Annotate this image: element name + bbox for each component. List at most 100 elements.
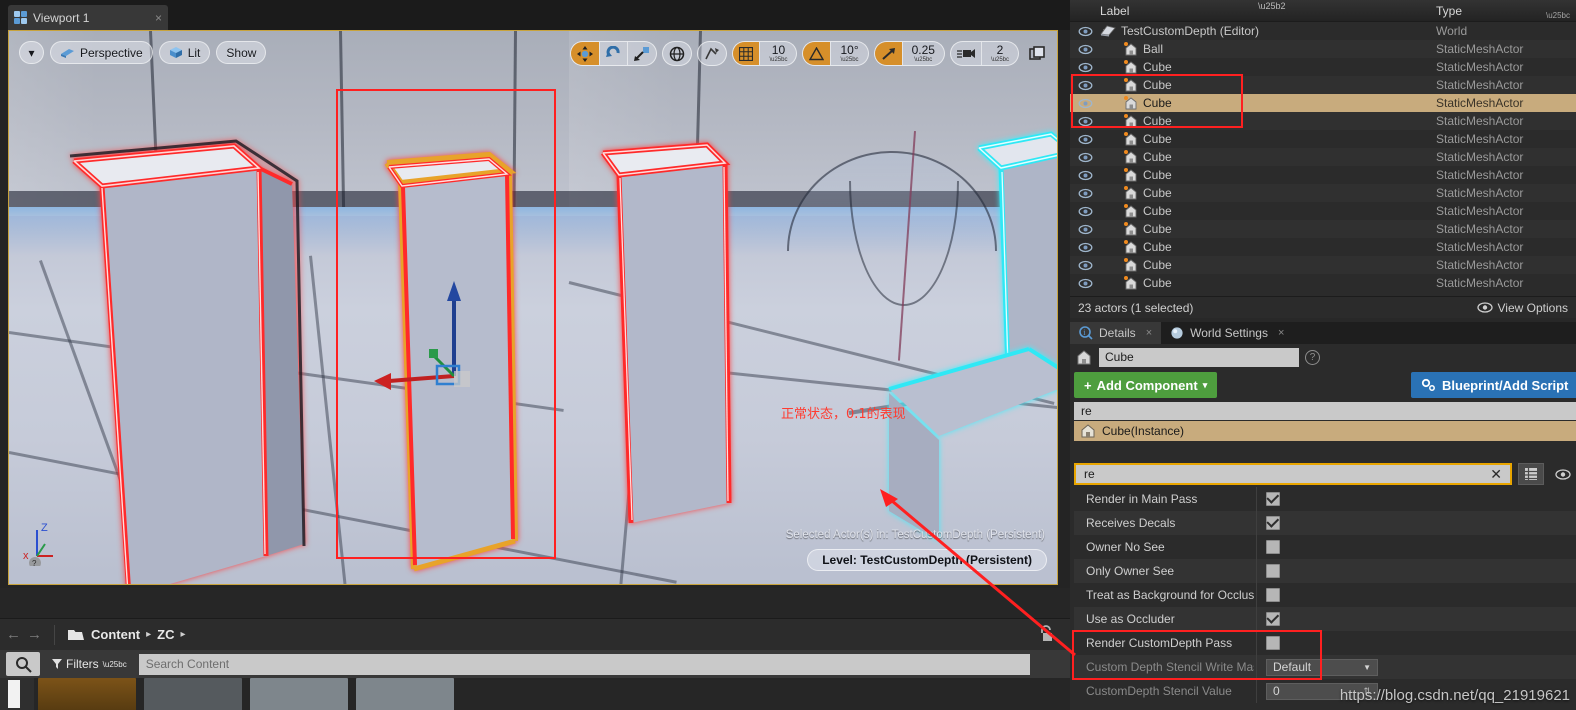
- camera-mode-button[interactable]: Perspective: [50, 41, 153, 64]
- filters-button[interactable]: Filters \u25bc: [48, 653, 131, 675]
- property-row[interactable]: Owner No See: [1074, 535, 1576, 559]
- translate-mode-button[interactable]: [571, 42, 600, 65]
- visibility-eye-icon[interactable]: [1078, 78, 1094, 92]
- property-control[interactable]: [1266, 636, 1280, 650]
- maximize-viewport-button[interactable]: [1024, 42, 1049, 65]
- visibility-eye-icon[interactable]: [1078, 150, 1094, 164]
- visibility-eye-icon[interactable]: [1078, 114, 1094, 128]
- visibility-eye-icon[interactable]: [1078, 42, 1094, 56]
- visibility-eye-icon[interactable]: [1078, 222, 1094, 236]
- close-icon[interactable]: ×: [155, 12, 162, 24]
- outliner-row[interactable]: Cube StaticMeshActor: [1070, 238, 1576, 256]
- outliner-column-label[interactable]: Label: [1100, 4, 1129, 18]
- close-icon[interactable]: ×: [1146, 327, 1152, 339]
- visibility-eye-icon[interactable]: [1078, 240, 1094, 254]
- surface-snapping-button[interactable]: [698, 42, 726, 65]
- dropdown-select[interactable]: Default ▼: [1266, 658, 1378, 676]
- outliner-row[interactable]: Cube StaticMeshActor: [1070, 274, 1576, 292]
- property-row[interactable]: Receives Decals: [1074, 511, 1576, 535]
- outliner-row[interactable]: ▼TestCustomDepth (Editor)World: [1070, 22, 1576, 40]
- visibility-eye-icon[interactable]: [1078, 96, 1094, 110]
- property-control[interactable]: [1266, 564, 1280, 578]
- tab-viewport-1[interactable]: Viewport 1 ×: [8, 5, 168, 30]
- visibility-eye-icon[interactable]: [1078, 168, 1094, 182]
- visibility-eye-icon[interactable]: [1078, 276, 1094, 290]
- property-list[interactable]: Render in Main Pass Receives Decals Owner …: [1074, 487, 1576, 710]
- scale-mode-button[interactable]: [628, 42, 656, 65]
- property-row[interactable]: Treat as Background for Occlusi: [1074, 583, 1576, 607]
- grid-snap-toggle[interactable]: [733, 42, 760, 65]
- visibility-eye-icon[interactable]: [1078, 258, 1094, 272]
- checkbox[interactable]: [1266, 612, 1280, 626]
- camera-speed-button[interactable]: [951, 42, 981, 65]
- scale-snap-toggle[interactable]: [874, 42, 902, 65]
- transform-gizmo[interactable]: [374, 271, 529, 401]
- view-options-button[interactable]: View Options: [1476, 301, 1568, 315]
- outliner-row[interactable]: Cube StaticMeshActor: [1070, 94, 1576, 112]
- visibility-eye-icon[interactable]: [1078, 186, 1094, 200]
- outliner-row[interactable]: Cube StaticMeshActor: [1070, 58, 1576, 76]
- world-coordinates-button[interactable]: [663, 42, 691, 65]
- outliner-column-type[interactable]: Type: [1436, 4, 1462, 18]
- property-control[interactable]: [1266, 540, 1280, 554]
- add-component-button[interactable]: + Add Component ▾: [1074, 372, 1218, 398]
- column-options-icon[interactable]: \u25bc: [1546, 11, 1570, 20]
- asset-thumbnail[interactable]: [144, 678, 242, 710]
- checkbox[interactable]: [1266, 636, 1280, 650]
- component-search-field[interactable]: re: [1074, 402, 1576, 420]
- property-control[interactable]: [1266, 492, 1280, 506]
- forward-arrow-icon[interactable]: →: [27, 626, 42, 643]
- property-control[interactable]: Default ▼: [1266, 658, 1378, 676]
- component-row-cube-instance[interactable]: Cube(Instance): [1074, 421, 1576, 441]
- property-row[interactable]: Render CustomDepth Pass: [1074, 631, 1576, 655]
- property-control[interactable]: [1266, 588, 1280, 602]
- rotation-snap-value[interactable]: 10° \u25bc: [831, 42, 867, 65]
- breadcrumb-zc[interactable]: ZC: [157, 627, 174, 642]
- outliner-row[interactable]: Cube StaticMeshActor: [1070, 184, 1576, 202]
- actor-name-input[interactable]: [1099, 347, 1299, 367]
- visibility-eye-icon[interactable]: [1078, 24, 1094, 38]
- checkbox[interactable]: [1266, 492, 1280, 506]
- checkbox[interactable]: [1266, 588, 1280, 602]
- outliner-row[interactable]: Cube StaticMeshActor: [1070, 148, 1576, 166]
- visibility-eye-icon[interactable]: [1078, 132, 1094, 146]
- rotate-mode-button[interactable]: [600, 42, 627, 65]
- help-icon[interactable]: ?: [1305, 349, 1320, 365]
- outliner-row[interactable]: Cube StaticMeshActor: [1070, 220, 1576, 238]
- property-row[interactable]: Only Owner See: [1074, 559, 1576, 583]
- clear-search-icon[interactable]: ✕: [1490, 466, 1502, 483]
- property-row[interactable]: Use as Occluder: [1074, 607, 1576, 631]
- tab-details[interactable]: i Details ×: [1070, 322, 1162, 344]
- property-control[interactable]: [1266, 516, 1280, 530]
- outliner-row[interactable]: Cube StaticMeshActor: [1070, 166, 1576, 184]
- visibility-eye-icon[interactable]: [1078, 60, 1094, 74]
- checkbox[interactable]: [1266, 564, 1280, 578]
- outliner-row[interactable]: Cube StaticMeshActor: [1070, 256, 1576, 274]
- outliner-row[interactable]: Cube StaticMeshActor: [1070, 202, 1576, 220]
- rotation-snap-toggle[interactable]: [803, 42, 831, 65]
- visibility-options-button[interactable]: [1550, 463, 1576, 485]
- property-control[interactable]: [1266, 612, 1280, 626]
- asset-thumbnail[interactable]: [356, 678, 454, 710]
- outliner-row[interactable]: Cube StaticMeshActor: [1070, 130, 1576, 148]
- outliner-row[interactable]: Ball StaticMeshActor: [1070, 40, 1576, 58]
- camera-speed-value[interactable]: 2 \u25bc: [982, 42, 1018, 65]
- checkbox[interactable]: [1266, 540, 1280, 554]
- visibility-eye-icon[interactable]: [1078, 204, 1094, 218]
- content-search-icon-button[interactable]: [6, 652, 40, 676]
- blueprint-add-script-button[interactable]: Blueprint/Add Script: [1411, 372, 1576, 398]
- asset-thumbnail[interactable]: [38, 678, 136, 710]
- outliner-row[interactable]: Cube StaticMeshActor: [1070, 112, 1576, 130]
- show-menu-button[interactable]: Show: [216, 41, 267, 64]
- outliner-row-list[interactable]: ▼TestCustomDepth (Editor)WorldBallStatic…: [1070, 22, 1576, 296]
- viewport-menu-button[interactable]: ▾: [19, 41, 44, 64]
- close-icon[interactable]: ×: [1278, 327, 1284, 339]
- checkbox[interactable]: [1266, 516, 1280, 530]
- scale-snap-value[interactable]: 0.25 \u25bc: [903, 42, 944, 65]
- view-mode-button[interactable]: Lit: [158, 41, 211, 64]
- tab-world-settings[interactable]: World Settings ×: [1161, 322, 1293, 344]
- property-row[interactable]: Custom Depth Stencil Write Mask Default ▼: [1074, 655, 1576, 679]
- asset-thumbnail[interactable]: [250, 678, 348, 710]
- property-row[interactable]: Render in Main Pass: [1074, 487, 1576, 511]
- outliner-row[interactable]: Cube StaticMeshActor: [1070, 76, 1576, 94]
